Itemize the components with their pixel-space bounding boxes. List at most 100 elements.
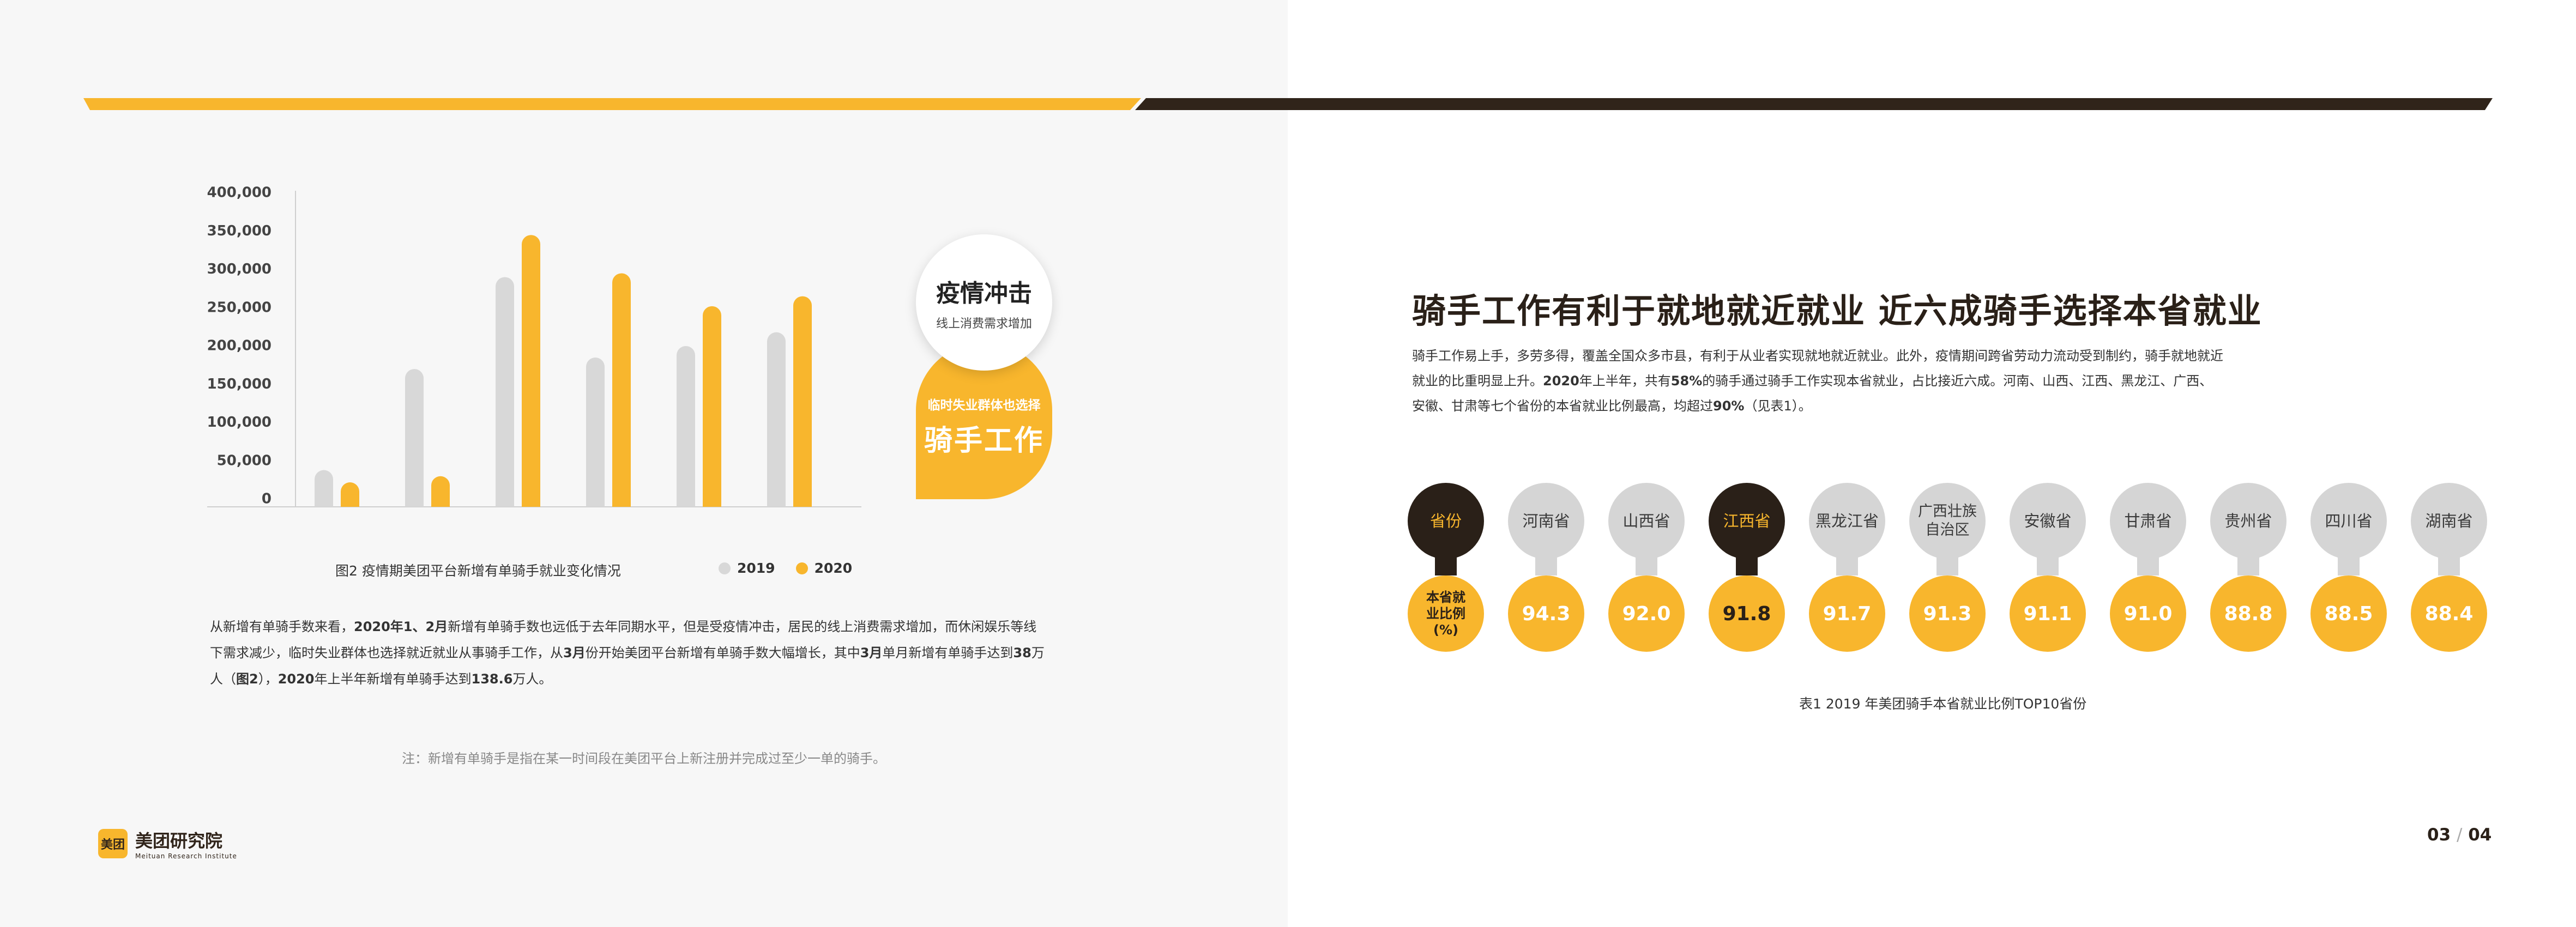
province-name: 贵州省 <box>2210 483 2287 559</box>
logo-name-cn: 美团研究院 <box>135 831 223 851</box>
bar-base-2019-4 <box>586 432 605 507</box>
right-heading: 骑手工作有利于就地就近就业 近六成骑手选择本省就业 <box>1412 291 2263 331</box>
logo-name-en: Meituan Research Institute <box>135 852 237 860</box>
bar-base-2019-5 <box>677 426 695 507</box>
ratio-value: 91.3 <box>1909 575 1986 652</box>
ratio-value: 92.0 <box>1608 575 1685 652</box>
legend-label-2020: 2020 <box>814 560 853 576</box>
legend-label-2019: 2019 <box>737 560 775 576</box>
body-bold-run: 58% <box>1670 373 1703 389</box>
body-bold-run: 138.6 <box>471 671 513 687</box>
body-text-run: 从新增有单骑手数来看， <box>210 619 354 634</box>
top-band-yellow <box>83 98 1141 110</box>
province-column: 四川省 88.5 <box>2310 483 2387 652</box>
y-tick-label: 400,000 <box>207 185 272 201</box>
body-bold-run: 图2 <box>236 671 258 687</box>
province-column: 安徽省 91.1 <box>2010 483 2086 652</box>
x-category-label: 2月 <box>415 517 439 518</box>
body-text-run: ）， <box>258 671 278 687</box>
ratio-value: 91.0 <box>2110 575 2186 652</box>
job-callout-sub: 临时失业群体也选择 <box>927 398 1041 413</box>
ratio-value: 91.1 <box>2010 575 2086 652</box>
body-text-run: 年上半年新增有单骑手达到 <box>314 671 472 687</box>
province-name: 黑龙江省 <box>1809 483 1885 559</box>
y-tick-label: 200,000 <box>207 338 272 354</box>
bar-base-2020-1 <box>341 494 359 507</box>
province-column: 贵州省 88.8 <box>2210 483 2287 652</box>
body-text-run: 单月新增有单骑手达到 <box>882 645 1013 661</box>
bar-base-2020-4 <box>612 390 631 507</box>
legend-dot-2020 <box>795 562 808 574</box>
impact-callout-circle: 疫情冲击 线上消费需求增加 <box>916 234 1052 371</box>
x-category-label: 3月 <box>506 517 530 518</box>
right-page <box>1288 0 2576 927</box>
province-column: 甘肃省 91.0 <box>2110 483 2186 652</box>
bar-base-2019-3 <box>496 392 514 507</box>
ratio-header-label: 本省就业比例(%) <box>1408 575 1484 652</box>
province-column: 江西省 91.8 <box>1709 483 1785 652</box>
province-name: 湖南省 <box>2411 483 2487 559</box>
legend-dot-2019 <box>719 562 731 574</box>
province-header-column: 省份本省就业比例(%) <box>1408 483 1484 652</box>
ratio-value: 91.7 <box>1809 575 1885 652</box>
province-column: 山西省 92.0 <box>1608 483 1685 652</box>
province-column: 黑龙江省 91.7 <box>1809 483 1885 652</box>
x-category-label: 5月 <box>687 517 711 518</box>
ratio-value: 88.4 <box>2411 575 2487 652</box>
bar-base-2019-1 <box>315 488 333 507</box>
y-tick-label: 50,000 <box>217 452 272 469</box>
province-name: 河南省 <box>1508 483 1584 559</box>
ratio-value: 88.5 <box>2310 575 2387 652</box>
page-total: 04 <box>2468 825 2492 845</box>
page-current: 03 <box>2427 825 2451 845</box>
province-name: 山西省 <box>1608 483 1685 559</box>
bar-base-2019-2 <box>405 438 424 507</box>
province-name: 江西省 <box>1709 483 1785 559</box>
y-tick-label: 100,000 <box>207 414 272 431</box>
bar-base-2020-3 <box>522 371 540 507</box>
footnote: 注：新增有单骑手是指在某一时间段在美团平台上新注册并完成过至少一单的骑手。 <box>402 751 886 766</box>
y-tick-label: 250,000 <box>207 299 272 316</box>
body-text-run: 份开始美团平台新增有单骑手数大幅增长，其中 <box>585 645 860 661</box>
top-band-dark <box>1135 98 2493 110</box>
logo-mark: 美团 <box>98 829 128 858</box>
body-bold-run: 3月 <box>563 645 586 661</box>
province-column: 广西壮族自治区 91.3 <box>1909 483 1986 652</box>
bar-base-2020-5 <box>703 406 721 507</box>
body-text-run: （见表1）。 <box>1744 398 1812 414</box>
x-category-label: 1月 <box>325 517 349 518</box>
right-body-text: 骑手工作易上手，多劳多得，覆盖全国众多市县，有利于从业者实现就地就近就业。此外，… <box>1412 343 2224 419</box>
bar-base-2020-2 <box>431 491 450 507</box>
legend-item-2019: 2019 <box>719 560 775 576</box>
x-category-label: 6月 <box>777 517 801 518</box>
ratio-value: 94.3 <box>1508 575 1584 652</box>
page-number: 03 / 04 <box>2427 825 2491 845</box>
ratio-value: 88.8 <box>2210 575 2287 652</box>
table-caption: 表1 2019 年美团骑手本省就业比例TOP10省份 <box>1799 696 2087 712</box>
left-body-text: 从新增有单骑手数来看，2020年1、2月新增有单骑手数也远低于去年同期水平，但是… <box>210 614 1049 692</box>
province-header-label: 省份 <box>1408 483 1484 559</box>
job-callout-title: 骑手工作 <box>924 424 1044 457</box>
bar-base-2019-6 <box>767 419 786 507</box>
meituan-logo: 美团 美团研究院 Meituan Research Institute <box>98 827 237 860</box>
ratio-value: 91.8 <box>1709 575 1785 652</box>
page-separator: / <box>2456 825 2463 845</box>
y-tick-label: 300,000 <box>207 261 272 277</box>
impact-callout-sub: 线上消费需求增加 <box>936 317 1032 331</box>
body-bold-run: 3月 <box>860 645 883 661</box>
province-name: 甘肃省 <box>2110 483 2186 559</box>
legend-item-2020: 2020 <box>795 560 853 576</box>
bar-base-2020-6 <box>793 401 812 507</box>
province-name: 广西壮族自治区 <box>1909 483 1986 559</box>
province-column: 河南省 94.3 <box>1508 483 1584 652</box>
body-bold-run: 90% <box>1713 398 1745 414</box>
province-name: 四川省 <box>2310 483 2387 559</box>
x-category-label: 4月 <box>596 517 620 518</box>
figure-caption: 图2 疫情期美团平台新增有单骑手就业变化情况 <box>335 563 621 579</box>
body-bold-run: 38 <box>1013 645 1031 661</box>
body-text-run: 万人。 <box>512 671 552 687</box>
body-bold-run: 2020年1、2月 <box>354 619 448 634</box>
bar-chart: 400,000 350,000 300,000 250,000 200,000 150,0… <box>207 185 861 518</box>
logo-text: 美团研究院 Meituan Research Institute <box>135 827 237 860</box>
y-tick-label: 0 <box>262 491 272 507</box>
